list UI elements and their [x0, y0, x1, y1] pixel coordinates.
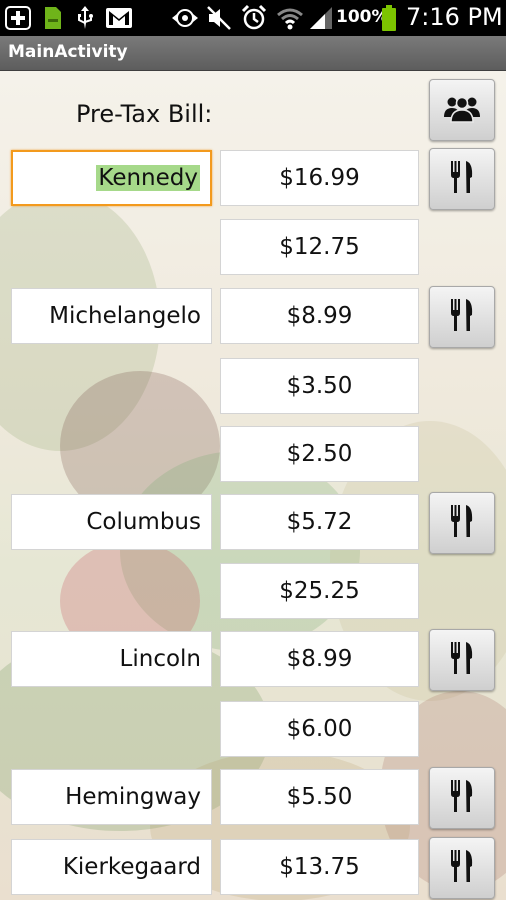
item-price-input[interactable]: $8.99 — [220, 288, 419, 344]
sd-card-icon — [42, 4, 64, 32]
person-name-input[interactable]: Columbus — [11, 494, 212, 550]
item-price-text: $5.50 — [286, 784, 353, 810]
item-price-text: $2.50 — [286, 441, 353, 467]
app-title: MainActivity — [8, 42, 128, 62]
group-button[interactable] — [429, 79, 495, 141]
item-price-input[interactable]: $12.75 — [220, 219, 419, 275]
person-name-text: Michelangelo — [49, 303, 201, 329]
person-name-text: Kennedy — [96, 165, 200, 191]
person-name-input[interactable]: Lincoln — [11, 631, 212, 687]
person-name-input[interactable]: Hemingway — [11, 769, 212, 825]
item-price-input[interactable]: $3.50 — [220, 358, 419, 414]
fork-knife-icon — [450, 778, 474, 818]
signal-icon — [308, 4, 334, 32]
item-price-text: $6.00 — [286, 716, 353, 742]
wifi-icon — [276, 4, 304, 32]
item-price-text: $25.25 — [279, 578, 360, 604]
pretax-bill-label: Pre-Tax Bill: — [76, 100, 213, 128]
item-price-input[interactable]: $13.75 — [220, 839, 419, 895]
status-bar: 100% 7:16 PM — [0, 0, 506, 36]
person-name-text: Kierkegaard — [62, 854, 201, 880]
bill-splitter-content: Pre-Tax Bill: Kennedy $16.99 $12.75 Michela… — [0, 71, 506, 900]
item-price-text: $3.50 — [286, 373, 353, 399]
person-name-text: Hemingway — [65, 784, 201, 810]
add-item-button[interactable] — [429, 286, 495, 348]
person-name-input[interactable]: Michelangelo — [11, 288, 212, 344]
add-item-button[interactable] — [429, 767, 495, 829]
item-price-text: $13.75 — [279, 854, 360, 880]
mute-icon — [206, 4, 232, 32]
person-name-text: Lincoln — [119, 646, 201, 672]
person-name-text: Columbus — [86, 509, 201, 535]
sync-icon — [170, 4, 200, 32]
item-price-text: $8.99 — [286, 646, 353, 672]
alarm-icon — [240, 4, 268, 32]
add-icon — [4, 4, 32, 32]
fork-knife-icon — [450, 503, 474, 543]
item-price-input[interactable]: $5.72 — [220, 494, 419, 550]
item-price-input[interactable]: $8.99 — [220, 631, 419, 687]
fork-knife-icon — [450, 159, 474, 199]
add-item-button[interactable] — [429, 629, 495, 691]
gmail-icon — [104, 4, 134, 32]
item-price-text: $12.75 — [279, 234, 360, 260]
person-name-input[interactable]: Kierkegaard — [11, 839, 212, 895]
battery-icon — [380, 4, 398, 32]
add-item-button[interactable] — [429, 837, 495, 899]
title-bar: MainActivity — [0, 36, 506, 71]
clock: 7:16 PM — [406, 3, 503, 31]
fork-knife-icon — [450, 848, 474, 888]
item-price-input[interactable]: $2.50 — [220, 426, 419, 482]
item-price-text: $16.99 — [279, 165, 360, 191]
item-price-input[interactable]: $5.50 — [220, 769, 419, 825]
add-item-button[interactable] — [429, 492, 495, 554]
item-price-text: $8.99 — [286, 303, 353, 329]
group-icon — [443, 93, 481, 127]
item-price-text: $5.72 — [286, 509, 353, 535]
usb-icon — [74, 4, 96, 32]
fork-knife-icon — [450, 297, 474, 337]
item-price-input[interactable]: $16.99 — [220, 150, 419, 206]
fork-knife-icon — [450, 640, 474, 680]
person-name-input[interactable]: Kennedy — [11, 150, 212, 206]
add-item-button[interactable] — [429, 148, 495, 210]
item-price-input[interactable]: $6.00 — [220, 701, 419, 757]
item-price-input[interactable]: $25.25 — [220, 563, 419, 619]
